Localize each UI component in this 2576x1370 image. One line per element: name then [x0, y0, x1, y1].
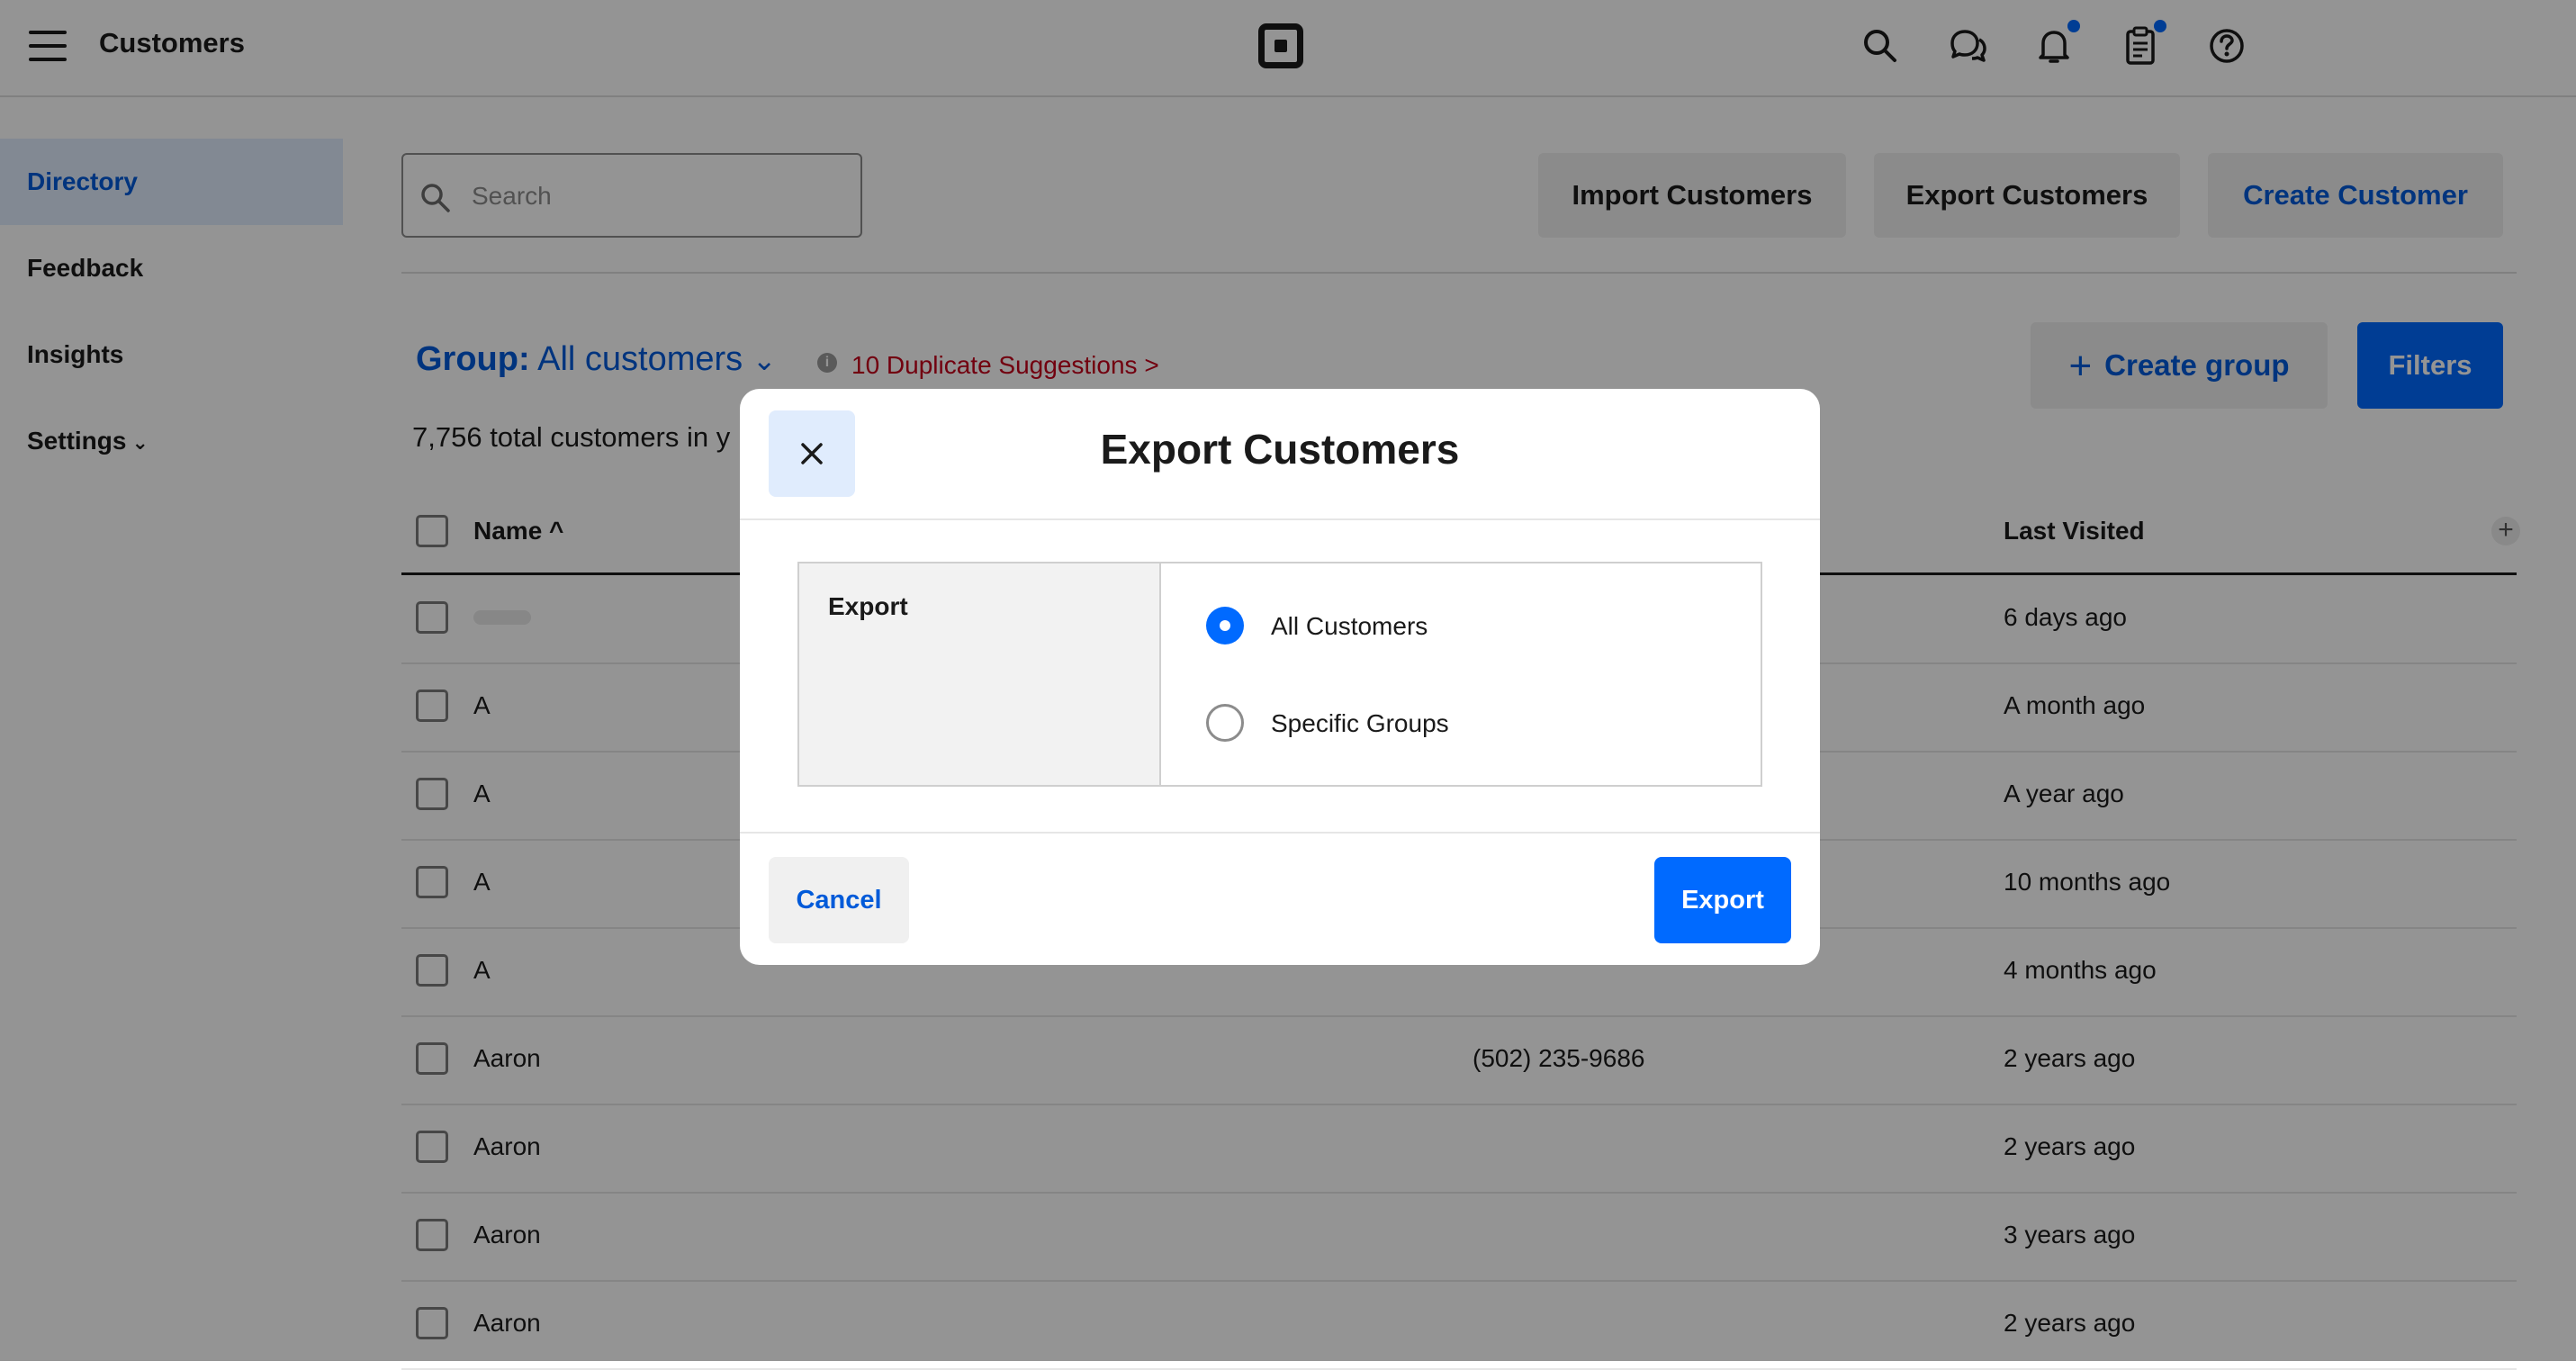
export-label-cell: Export — [799, 563, 1161, 785]
export-section-label: Export — [828, 592, 908, 620]
dialog-header: Export Customers — [740, 389, 1820, 520]
dialog-title: Export Customers — [1100, 426, 1460, 473]
all-customers-label[interactable]: All Customers — [1271, 612, 1428, 641]
all-customers-radio[interactable] — [1206, 607, 1244, 644]
dialog-footer-divider — [740, 832, 1820, 834]
export-options-panel: Export All Customers Specific Groups — [797, 562, 1762, 787]
cancel-button[interactable]: Cancel — [769, 857, 909, 943]
export-customers-dialog: Export Customers Export All Customers Sp… — [740, 389, 1820, 965]
specific-groups-label[interactable]: Specific Groups — [1271, 709, 1449, 738]
specific-groups-radio[interactable] — [1206, 704, 1244, 742]
export-button[interactable]: Export — [1654, 857, 1791, 943]
